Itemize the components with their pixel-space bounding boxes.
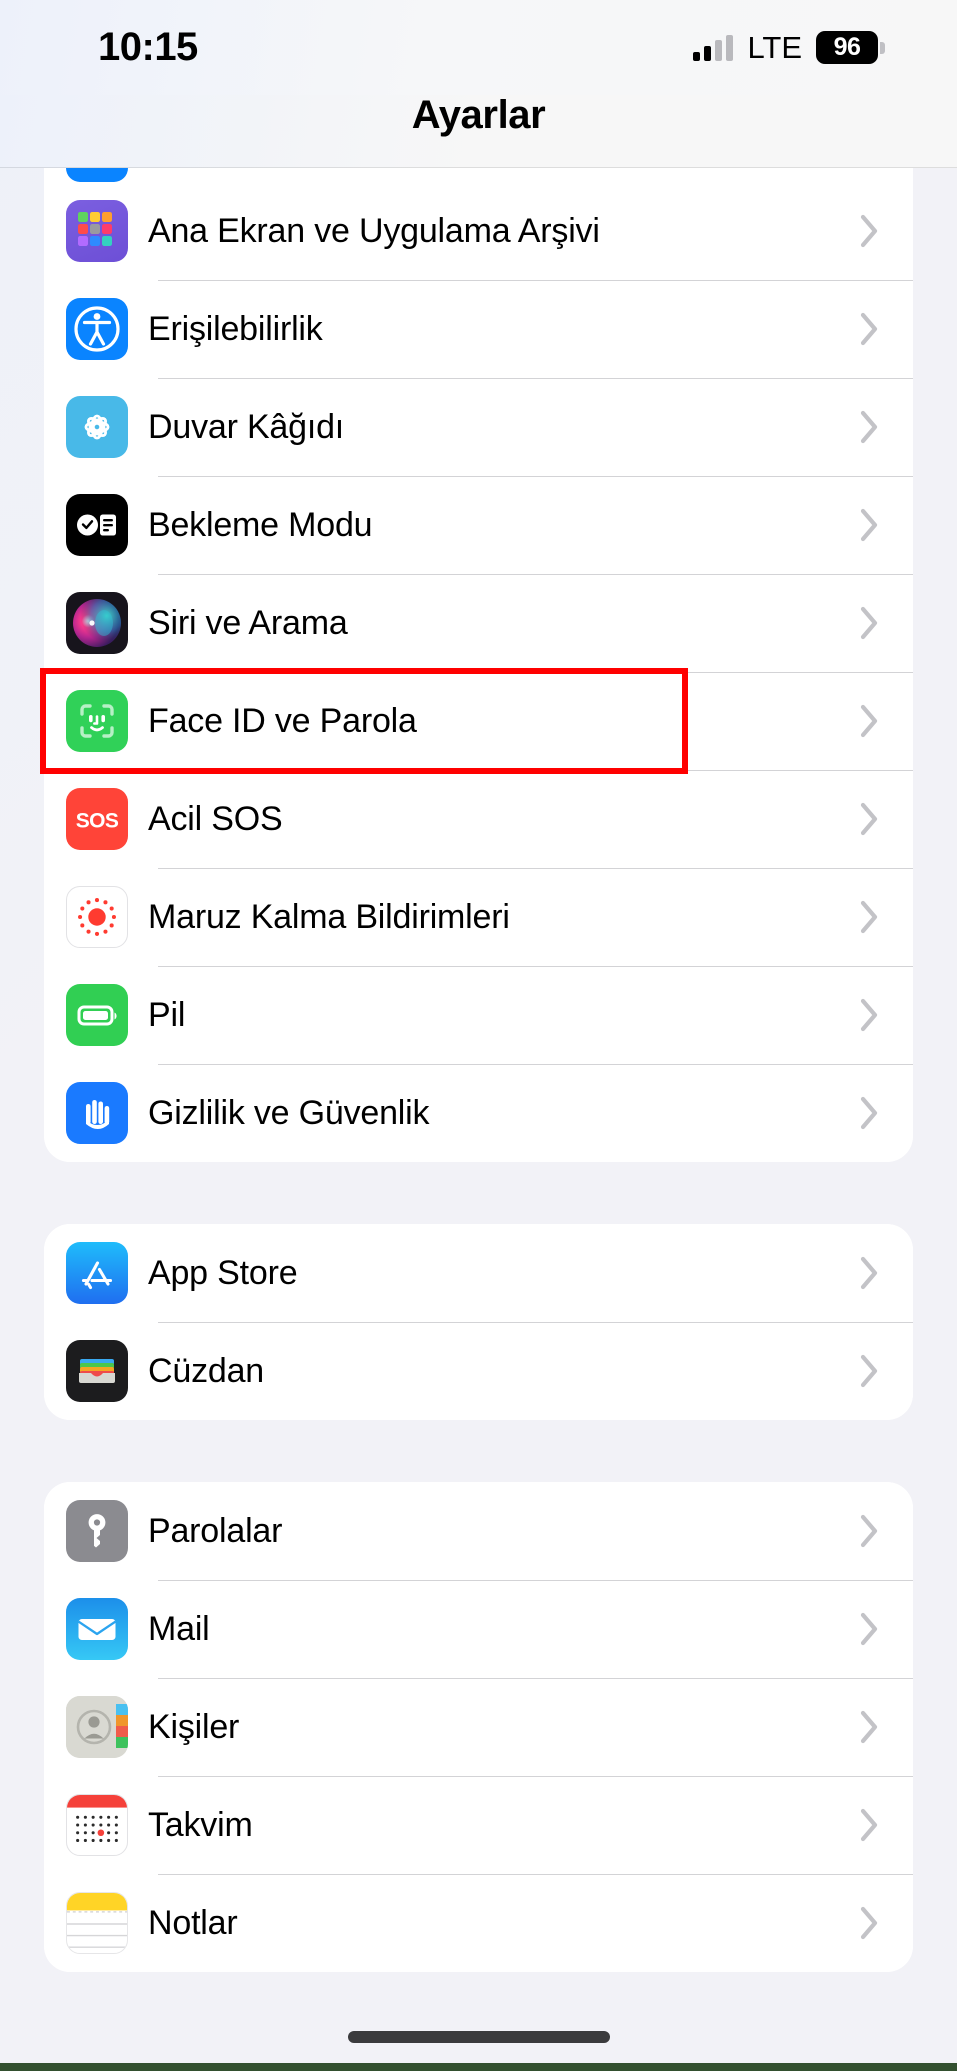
chevron-right-icon (849, 1612, 891, 1646)
cellular-signal-icon (693, 34, 734, 61)
home-screen-icon (66, 200, 128, 262)
apps-group: Parolalar Mail Kişiler Takvim Notlar (44, 1482, 913, 1972)
settings-row-label: Pil (148, 995, 186, 1034)
settings-row-notes[interactable]: Notlar (44, 1874, 913, 1972)
chevron-right-icon (849, 802, 891, 836)
settings-row-label: Notlar (148, 1903, 238, 1942)
chevron-right-icon (849, 1096, 891, 1130)
chevron-right-icon (849, 704, 891, 738)
settings-row-accessibility[interactable]: Erişilebilirlik (44, 280, 913, 378)
partial-row-icon (66, 168, 128, 182)
battery-percent-label: 96 (816, 31, 878, 64)
settings-row-label: Kişiler (148, 1707, 240, 1746)
app-store-icon (66, 1242, 128, 1304)
chevron-right-icon (849, 410, 891, 444)
chevron-right-icon (849, 1354, 891, 1388)
settings-row-label: Maruz Kalma Bildirimleri (148, 897, 510, 936)
navigation-bar: Ayarlar (0, 95, 957, 168)
page-title: Ayarlar (411, 93, 546, 137)
group-separator (0, 1420, 957, 1482)
chevron-right-icon (849, 1514, 891, 1548)
settings-row-calendar[interactable]: Takvim (44, 1776, 913, 1874)
system-group: Ana Ekran ve Uygulama Arşivi Erişilebili… (44, 168, 913, 1162)
settings-row-label: Cüzdan (148, 1351, 264, 1390)
chevron-right-icon (849, 508, 891, 542)
chevron-right-icon (849, 900, 891, 934)
standby-icon (66, 494, 128, 556)
iphone-settings-screen: 10:15 LTE 96 Ayarlar Ana Ekran ve Uygula… (0, 0, 957, 2071)
settings-row-siri[interactable]: Siri ve Arama (44, 574, 913, 672)
settings-row-label: Erişilebilirlik (148, 309, 323, 348)
settings-row-face-id[interactable]: Face ID ve Parola (44, 672, 913, 770)
settings-row-contacts[interactable]: Kişiler (44, 1678, 913, 1776)
settings-scroll-list[interactable]: Ana Ekran ve Uygulama Arşivi Erişilebili… (0, 168, 957, 2071)
settings-row-label: Ana Ekran ve Uygulama Arşivi (148, 211, 600, 250)
chevron-right-icon (849, 1906, 891, 1940)
notes-icon (66, 1892, 128, 1954)
settings-row-label: Takvim (148, 1805, 253, 1844)
screen-bottom-edge (0, 2063, 957, 2071)
wallet-icon (66, 1340, 128, 1402)
emergency-sos-icon: SOS (66, 788, 128, 850)
contacts-icon (66, 1696, 128, 1758)
partial-row-above[interactable] (44, 168, 913, 182)
settings-row-mail[interactable]: Mail (44, 1580, 913, 1678)
chevron-right-icon (849, 312, 891, 346)
exposure-notifications-icon (66, 886, 128, 948)
settings-row-wallpaper[interactable]: Duvar Kâğıdı (44, 378, 913, 476)
status-bar-indicators: LTE 96 (693, 31, 885, 64)
status-bar: 10:15 LTE 96 (0, 0, 957, 95)
group-separator (0, 1162, 957, 1224)
store-group: App Store Cüzdan (44, 1224, 913, 1420)
chevron-right-icon (849, 998, 891, 1032)
settings-row-passwords[interactable]: Parolalar (44, 1482, 913, 1580)
settings-row-battery-settings[interactable]: Pil (44, 966, 913, 1064)
settings-row-label: Gizlilik ve Güvenlik (148, 1093, 430, 1132)
calendar-icon (66, 1794, 128, 1856)
settings-row-label: Siri ve Arama (148, 603, 348, 642)
wallpaper-icon (66, 396, 128, 458)
settings-row-label: Bekleme Modu (148, 505, 373, 544)
face-id-icon (66, 690, 128, 752)
settings-row-label: Acil SOS (148, 799, 283, 838)
settings-row-label: Parolalar (148, 1511, 283, 1550)
settings-row-label: Mail (148, 1609, 210, 1648)
settings-row-home-screen[interactable]: Ana Ekran ve Uygulama Arşivi (44, 182, 913, 280)
svg-text:SOS: SOS (76, 810, 119, 833)
chevron-right-icon (849, 1808, 891, 1842)
navbar-separator (0, 167, 957, 168)
passwords-icon (66, 1500, 128, 1562)
settings-row-app-store[interactable]: App Store (44, 1224, 913, 1322)
accessibility-icon (66, 298, 128, 360)
settings-row-standby[interactable]: Bekleme Modu (44, 476, 913, 574)
chevron-right-icon (849, 214, 891, 248)
chevron-right-icon (849, 1256, 891, 1290)
network-type-label: LTE (747, 30, 802, 65)
chevron-right-icon (849, 1710, 891, 1744)
settings-row-label: Face ID ve Parola (148, 701, 417, 740)
home-indicator[interactable] (347, 2031, 610, 2043)
battery-settings-icon (66, 984, 128, 1046)
chevron-right-icon (849, 606, 891, 640)
siri-icon (66, 592, 128, 654)
settings-row-exposure-notifications[interactable]: Maruz Kalma Bildirimleri (44, 868, 913, 966)
settings-row-label: Duvar Kâğıdı (148, 407, 345, 446)
settings-row-privacy[interactable]: Gizlilik ve Güvenlik (44, 1064, 913, 1162)
settings-row-wallet[interactable]: Cüzdan (44, 1322, 913, 1420)
privacy-icon (66, 1082, 128, 1144)
settings-row-emergency-sos[interactable]: SOS Acil SOS (44, 770, 913, 868)
battery-cap (880, 41, 885, 54)
battery-icon: 96 (816, 31, 885, 64)
settings-row-label: App Store (148, 1253, 298, 1292)
status-bar-time: 10:15 (98, 24, 198, 69)
mail-icon (66, 1598, 128, 1660)
